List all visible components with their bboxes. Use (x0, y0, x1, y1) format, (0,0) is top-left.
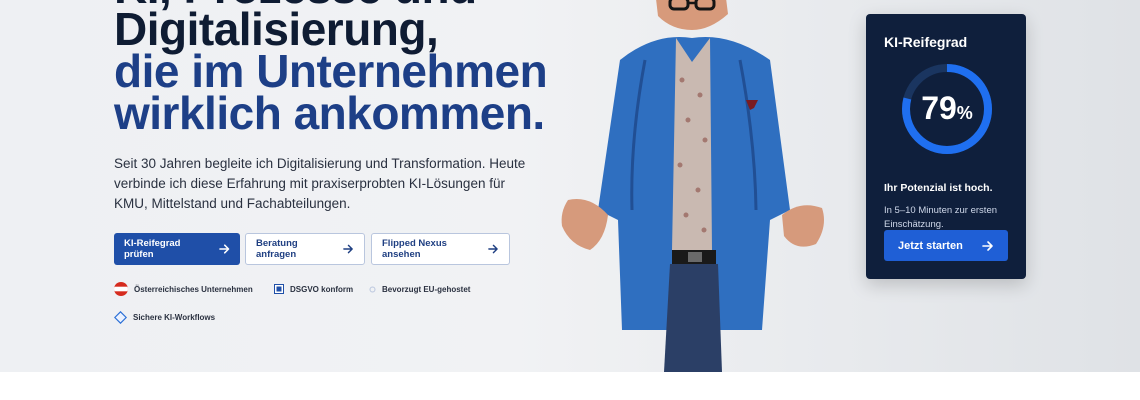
flipped-nexus-label: Flipped Nexus ansehen (382, 238, 447, 260)
card-title: KI-Reifegrad (884, 34, 968, 50)
ki-reifegrad-check-label: KI-Reifegrad prüfen (124, 238, 181, 260)
presenter-photo (561, 0, 824, 372)
badge-eu-hosted: Bevorzugt EU-gehostet (369, 285, 470, 294)
badge-secure-workflows: Sichere KI-Workflows (114, 311, 215, 324)
eu-dot-icon (369, 286, 376, 293)
start-assessment-button[interactable]: Jetzt starten (884, 230, 1008, 261)
badge-dsgvo-label: DSGVO konform (290, 284, 354, 294)
hero-headline: KI, Prozesse und Digitalisierung, die im… (114, 0, 548, 139)
badge-eu-hosted-label: Bevorzugt EU-gehostet (382, 285, 471, 294)
badge-austrian-company: Österreichisches Unternehmen (114, 282, 253, 296)
maturity-score-unit: % (956, 103, 973, 123)
hero-lead-text: Seit 30 Jahren begleite ich Digitalisier… (114, 156, 526, 211)
maturity-score: 79% (900, 90, 994, 131)
consultation-request-button[interactable]: Beratung anfragen (245, 233, 365, 265)
card-potential-text: Ihr Potenzial ist hoch. (884, 182, 993, 194)
ki-reifegrad-check-button[interactable]: KI-Reifegrad prüfen (114, 233, 240, 265)
maturity-score-value: 79 (921, 90, 957, 126)
consultation-request-label: Beratung anfragen (256, 238, 298, 260)
arrow-right-icon (982, 240, 993, 251)
ki-maturity-card: KI-Reifegrad 79% Ihr Potenzial ist hoch.… (866, 14, 1026, 279)
badge-austrian-company-label: Österreichisches Unternehmen (134, 284, 253, 294)
headline-line-2: Digitalisierung, (114, 3, 439, 55)
hero-section: KI, Prozesse und Digitalisierung, die im… (0, 0, 1140, 372)
austria-flag-icon (114, 282, 128, 296)
arrow-right-icon (218, 244, 229, 254)
headline-line-4: wirklich ankommen. (114, 87, 545, 139)
arrow-right-icon (343, 244, 353, 254)
headline-line-3: die im Unternehmen (114, 45, 548, 97)
badge-secure-workflows-label: Sichere KI-Workflows (133, 313, 216, 322)
card-description: In 5–10 Minuten zur ersten Einschätzung. (884, 205, 998, 230)
badge-dsgvo: DSGVO konform (274, 284, 353, 294)
start-assessment-label: Jetzt starten (898, 239, 963, 252)
flipped-nexus-button[interactable]: Flipped Nexus ansehen (371, 233, 510, 265)
diamond-icon (114, 311, 127, 324)
shield-check-icon (274, 284, 284, 294)
arrow-right-icon (488, 244, 498, 254)
